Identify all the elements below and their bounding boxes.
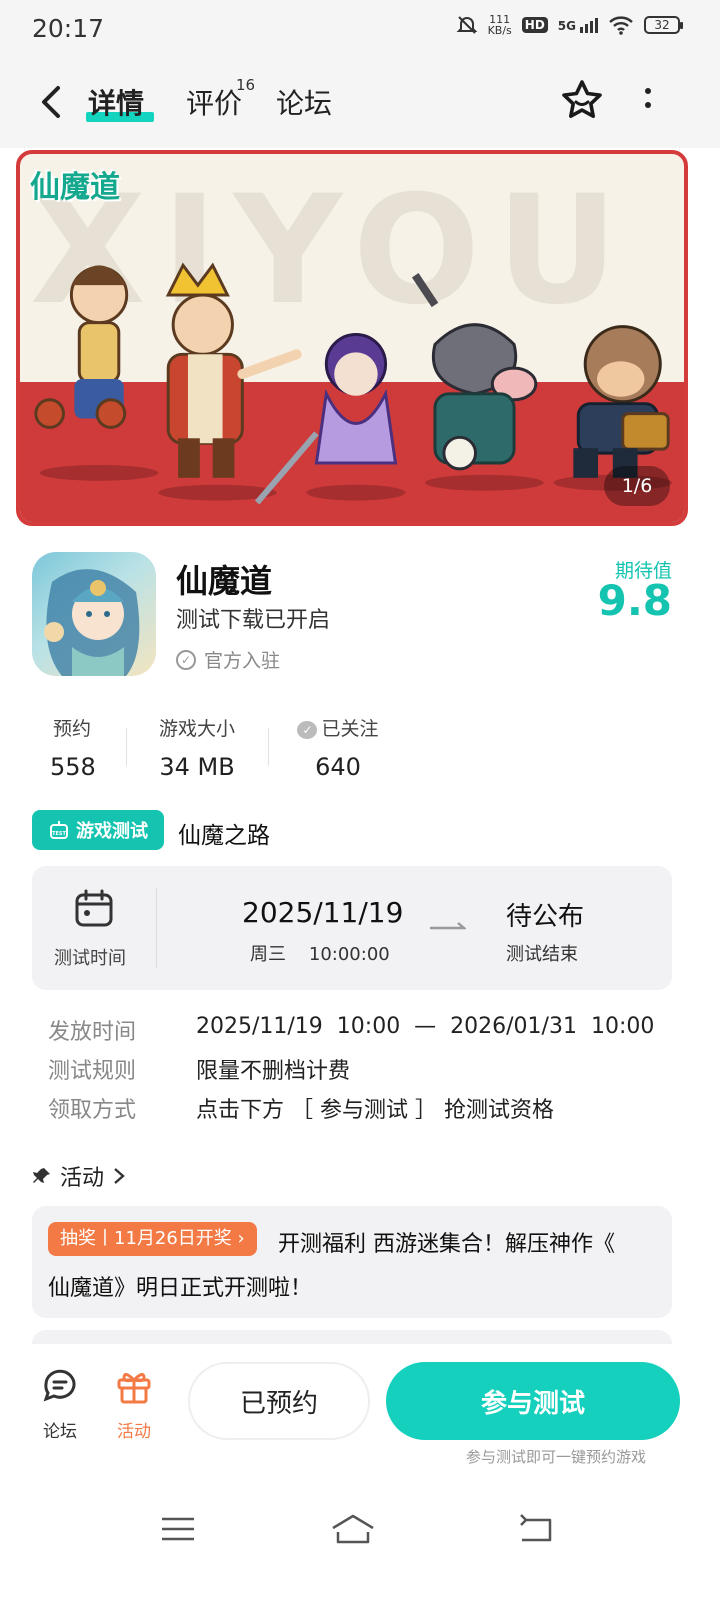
stat-label: 游戏大小 [158, 718, 235, 740]
bottom-activity-button[interactable]: 活动 [104, 1366, 164, 1442]
stat-value: 640 [315, 753, 361, 781]
status-icons: 111 KB/s HD 5G 32 [456, 14, 683, 36]
app-icon [32, 552, 156, 676]
test-name: 仙魔之路 [178, 823, 270, 849]
tab-details[interactable]: 详情 [88, 82, 144, 122]
stat-value: 34 MB [159, 753, 235, 781]
test-icon-text: TEST [52, 831, 66, 837]
app-title: 仙魔道 [176, 562, 273, 600]
top-nav: 详情 评价 16 论坛 [0, 60, 720, 148]
app-subtitle: 测试下载已开启 [176, 608, 331, 633]
stat-divider [268, 728, 269, 766]
activity-label: 活动 [117, 1422, 151, 1442]
tab-forum[interactable]: 论坛 [276, 82, 332, 122]
stat-reservations: 预约 558 [50, 714, 96, 781]
gift-icon [117, 1373, 151, 1404]
bottom-forum-button[interactable]: 论坛 [30, 1366, 90, 1442]
detail-value: 2025/11/19 10:00 — 2026/01/31 10:00 [196, 1014, 655, 1039]
tab-reviews[interactable]: 评价 [186, 82, 242, 122]
activity-header-label: 活动 [60, 1166, 105, 1191]
heart-check-icon: ✓ [297, 720, 318, 739]
stat-value: 558 [50, 753, 96, 781]
signal-icon: 5G [557, 17, 598, 33]
network-type: 5G [557, 18, 576, 33]
battery-level: 32 [654, 18, 670, 32]
expectation-score: 9.8 [597, 576, 672, 625]
test-time-label: 测试时间 [54, 948, 126, 969]
status-bar: 20:17 111 KB/s HD 5G 32 [0, 0, 720, 60]
forum-chat-icon [43, 1369, 76, 1402]
chevron-right-icon [114, 1168, 125, 1184]
official-badge: ✓ 官方入驻 [176, 646, 280, 673]
lottery-tag: 抽奖丨11月26日开奖 › [48, 1222, 257, 1256]
home-icon[interactable] [330, 1512, 376, 1546]
official-label: 官方入驻 [204, 650, 281, 672]
stat-divider [126, 728, 127, 766]
net-speed: 111 KB/s [488, 14, 512, 36]
banner-characters-illustration [34, 262, 673, 505]
more-options-icon[interactable] [636, 88, 660, 118]
join-test-button[interactable]: 参与测试 [386, 1362, 680, 1440]
test-robot-icon: TEST [50, 821, 68, 839]
banner-game-logo: 仙魔道 [30, 170, 120, 205]
card-divider [156, 888, 157, 968]
test-tag-label: 游戏测试 [76, 821, 148, 842]
test-end-status: 待公布 [506, 902, 585, 932]
bottom-action-bar: 论坛 活动 已预约 参与测试 参与测试即可一键预约游戏 [0, 1344, 720, 1474]
test-start-detail: 周三 10:00:00 [250, 944, 390, 965]
test-start-date: 2025/11/19 [242, 896, 404, 929]
screenshot-banner[interactable]: XIYOU 仙魔道 1/6 [16, 150, 688, 526]
app-icon-art [44, 569, 140, 676]
hd-badge: HD [521, 17, 548, 33]
verified-check-icon: ✓ [176, 649, 196, 670]
join-test-hint: 参与测试即可一键预约游戏 [466, 1448, 647, 1466]
detail-value: 限量不删档计费 [196, 1059, 351, 1084]
app-detail-page: 20:17 111 KB/s HD 5G 32 详情 评价 16 论坛 XIYO… [0, 0, 720, 1605]
stat-label: 已关注 [321, 718, 379, 740]
activity-card[interactable]: 抽奖丨11月26日开奖 › 开测福利 西游迷集合！解压神作《 仙魔道》明日正式开… [32, 1206, 672, 1318]
status-time: 20:17 [32, 14, 105, 43]
favorite-star-icon[interactable] [560, 78, 604, 122]
silent-bell-icon [456, 16, 477, 34]
stat-label-row: ✓ 已关注 [296, 714, 380, 741]
detail-key: 发放时间 [48, 1020, 137, 1045]
test-time-card: 测试时间 2025/11/19 周三 10:00:00 待公布 测试结束 [32, 866, 672, 990]
activity-text-line2: 仙魔道》明日正式开测啦！ [48, 1276, 313, 1301]
net-speed-unit: KB/s [487, 24, 512, 37]
system-nav-bar [0, 1474, 720, 1605]
activity-section-header[interactable]: 活动 [32, 1160, 126, 1192]
reserved-button[interactable]: 已预约 [188, 1362, 370, 1440]
reviews-count-badge: 16 [236, 76, 256, 94]
back-nav-icon[interactable] [516, 1512, 556, 1546]
wifi-icon [609, 16, 633, 35]
stat-followers[interactable]: ✓ 已关注 640 [296, 714, 380, 781]
battery-icon: 32 [644, 16, 683, 34]
stat-label: 预约 [52, 718, 91, 740]
lottery-tag-label: 抽奖丨11月26日开奖 [60, 1228, 232, 1249]
activity-text-line1: 开测福利 西游迷集合！解压神作《 [278, 1232, 615, 1257]
game-test-tag: TEST 游戏测试 [32, 810, 164, 850]
banner-page-counter: 1/6 [604, 466, 670, 506]
detail-key: 测试规则 [48, 1059, 137, 1084]
calendar-icon [75, 889, 113, 927]
menu-icon[interactable] [158, 1512, 198, 1546]
test-end-label: 测试结束 [506, 944, 578, 965]
detail-key: 领取方式 [48, 1098, 137, 1123]
pin-icon [33, 1168, 50, 1183]
back-icon[interactable] [36, 82, 66, 122]
arrow-right-icon [430, 922, 466, 930]
detail-value: 点击下方 ［ 参与测试 ］ 抢测试资格 [196, 1098, 554, 1123]
stat-game-size: 游戏大小 34 MB [152, 714, 242, 781]
forum-label: 论坛 [43, 1422, 77, 1442]
